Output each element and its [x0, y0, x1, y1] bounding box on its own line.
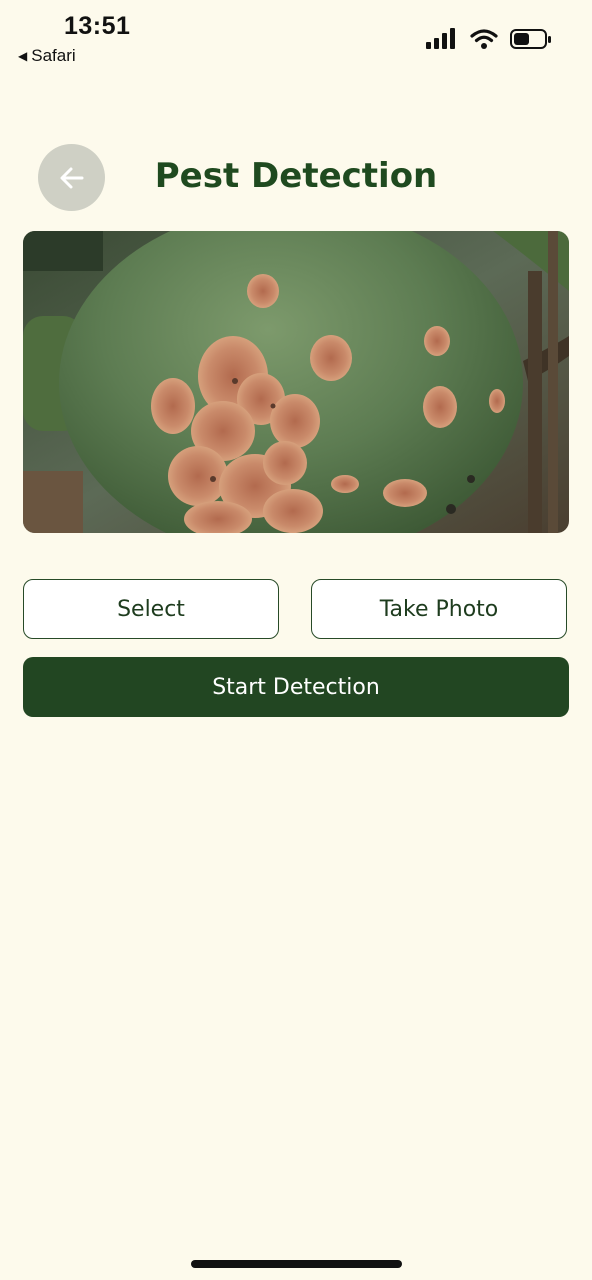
take-photo-button[interactable]: Take Photo: [311, 579, 567, 639]
image-source-buttons: Select Take Photo: [23, 579, 569, 642]
selected-photo: [23, 231, 569, 533]
signal-icon: [426, 28, 455, 49]
battery-icon: [510, 29, 551, 49]
back-app-label: Safari: [31, 46, 76, 65]
back-to-app-link[interactable]: ◀ Safari: [18, 46, 76, 66]
select-button[interactable]: Select: [23, 579, 279, 639]
back-triangle-icon: ◀: [18, 49, 28, 63]
status-bar: 13:51 ◀ Safari: [0, 0, 592, 72]
wifi-icon: [470, 29, 498, 49]
start-detection-button[interactable]: Start Detection: [23, 657, 569, 717]
photo-image: [23, 231, 569, 533]
status-icons: [426, 28, 552, 50]
status-time: 13:51: [64, 12, 131, 40]
page-title: Pest Detection: [154, 156, 438, 196]
home-indicator[interactable]: [191, 1260, 402, 1268]
page-header: Pest Detection: [0, 144, 592, 211]
